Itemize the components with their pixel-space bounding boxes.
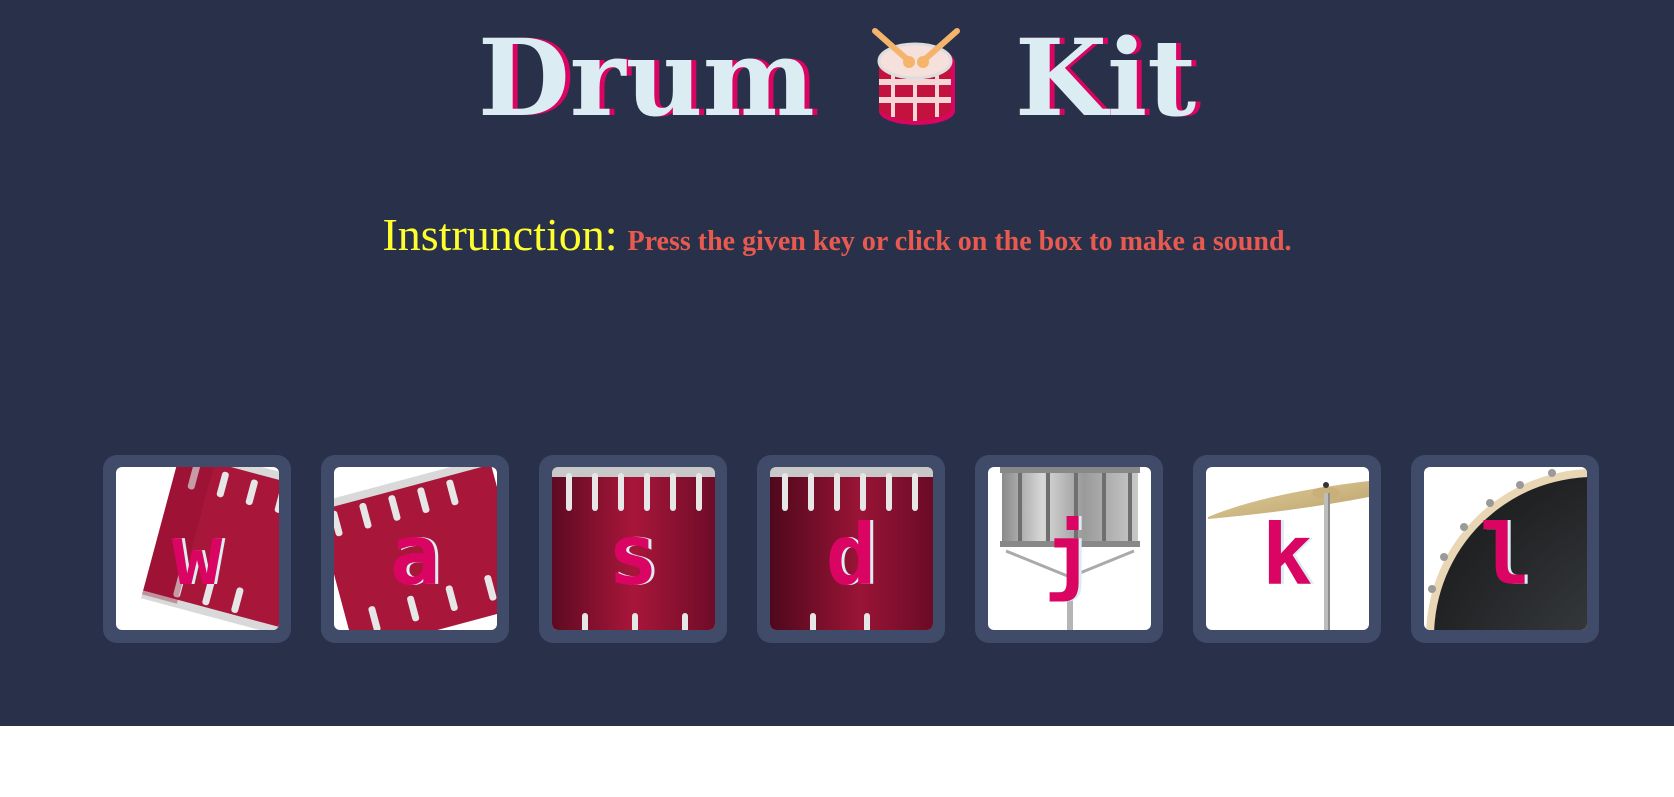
drum-pad-k[interactable]: k	[1193, 455, 1381, 643]
drum-pad-w[interactable]: w	[103, 455, 291, 643]
pad-key-letter: s	[607, 506, 659, 604]
pad-key-letter: k	[1261, 506, 1313, 604]
title-right-word: Kit	[1014, 15, 1197, 140]
title-left-word: Drum	[477, 15, 815, 140]
drum-icon	[871, 28, 960, 125]
pad-key-letter: w	[171, 506, 223, 604]
pad-key-letter: j	[1043, 506, 1095, 604]
drum-pad-a[interactable]: a	[321, 455, 509, 643]
drum-pad-s[interactable]: s	[539, 455, 727, 643]
drum-pad-d[interactable]: d	[757, 455, 945, 643]
drum-pads: w a s d j k l	[103, 455, 1599, 643]
page-title: Drum Kit	[0, 18, 1674, 138]
drum-pad-j[interactable]: j	[975, 455, 1163, 643]
pad-key-letter: d	[825, 506, 877, 604]
drum-kit-stage: Drum Kit Instrunction: Press the given k…	[0, 0, 1674, 726]
instruction-line: Instrunction: Press the given key or cli…	[0, 208, 1674, 261]
instruction-label: Instrunction:	[382, 209, 618, 260]
pad-key-letter: a	[389, 506, 441, 604]
pad-key-letter: l	[1479, 506, 1531, 604]
instruction-text: Press the given key or click on the box …	[627, 226, 1292, 257]
drum-pad-l[interactable]: l	[1411, 455, 1599, 643]
